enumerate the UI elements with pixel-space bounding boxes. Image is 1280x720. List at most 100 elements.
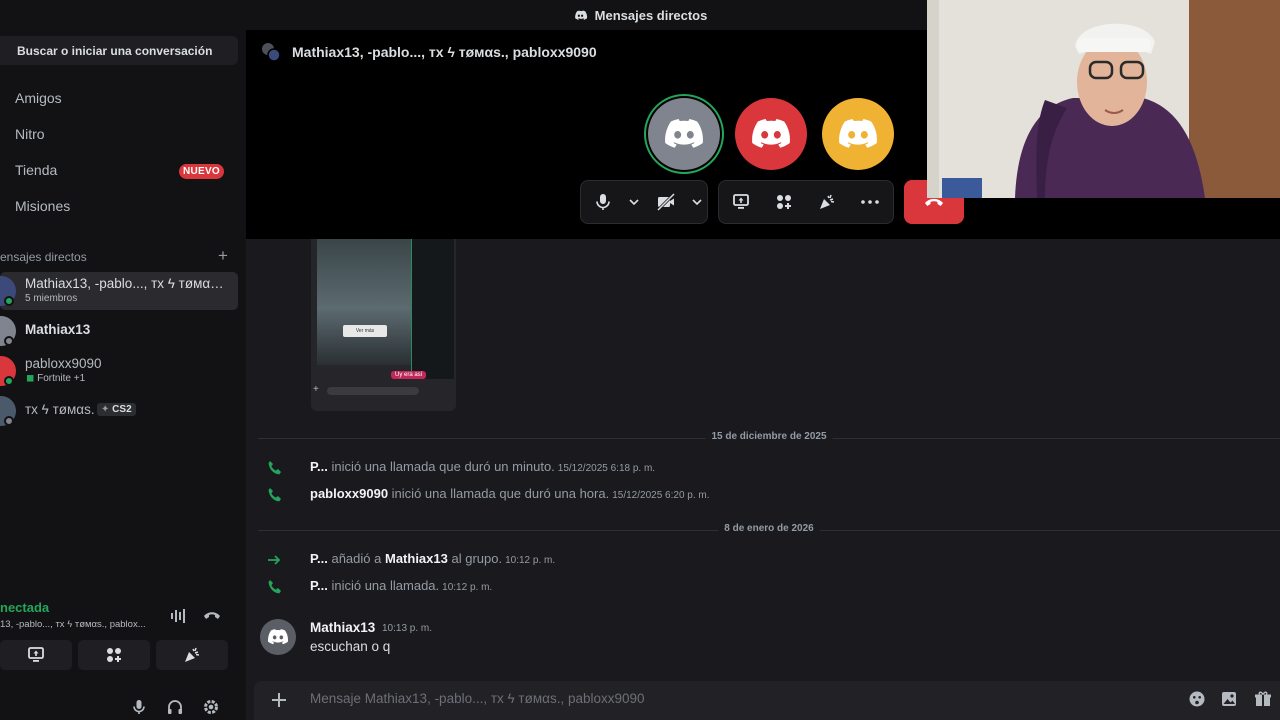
screen-share-icon [28, 647, 44, 662]
participant-avatar-speaking[interactable] [648, 98, 720, 170]
emoji-icon[interactable] [1188, 690, 1208, 710]
user-controls [130, 695, 220, 719]
status-online-icon [4, 376, 14, 386]
timestamp: 10:12 p. m. [442, 582, 493, 593]
dm-item-mathiax13[interactable]: Mathiax13 [0, 312, 238, 350]
timestamp: 15/12/2025 6:20 p. m. [612, 490, 710, 501]
system-message-text: P... inició una llamada que duró un minu… [310, 459, 656, 474]
noise-suppression-icon[interactable] [170, 608, 188, 624]
timestamp: 10:12 p. m. [505, 555, 556, 566]
dm-name: Mathiax13 [25, 322, 91, 337]
attachment-input-bar [327, 387, 419, 395]
participant-avatar[interactable] [735, 98, 807, 170]
system-message-text: P... inició una llamada. 10:12 p. m. [310, 578, 493, 593]
sparkle-icon: ✦ [101, 404, 110, 415]
dm-name: Mathiax13, -pablo..., тх ϟ тøмαѕ., pablo… [25, 276, 230, 291]
soundboard-button[interactable] [156, 640, 228, 670]
voice-status: nectada [0, 600, 50, 615]
day-separator: 15 de diciembre de 2025 [258, 431, 1280, 445]
microphone-icon [595, 194, 610, 210]
day-separator-label: 15 de diciembre de 2025 [705, 431, 833, 442]
discord-avatar-icon [752, 119, 790, 148]
chevron-down-icon[interactable] [687, 199, 707, 205]
phone-icon [268, 580, 281, 594]
discord-avatar-icon [268, 629, 288, 645]
camera-off-button[interactable] [644, 181, 687, 223]
sidebar: Buscar o iniciar una conversación Amigos… [0, 30, 246, 720]
microphone-icon[interactable] [130, 698, 148, 716]
create-dm-button[interactable]: + [218, 246, 228, 266]
soundboard-icon [185, 647, 200, 662]
disconnect-icon[interactable] [203, 610, 221, 620]
voice-connection-panel: nectada 13, -pablo..., тх ϟ тøмαѕ., pabl… [0, 590, 238, 680]
image-icon[interactable] [1220, 690, 1240, 710]
system-message-text: P... añadió a Mathiax13 al grupo. 10:12 p… [310, 551, 556, 566]
message-timestamp: 10:13 p. m. [382, 623, 433, 634]
discord-avatar-icon [665, 119, 703, 148]
share-screen-button[interactable] [719, 181, 762, 223]
new-badge: NUEVO [178, 164, 224, 179]
gift-icon[interactable] [1254, 690, 1274, 710]
attachment-caption: Uy era así [391, 371, 427, 379]
soundboard-button[interactable] [805, 181, 848, 223]
webcam-overlay [927, 0, 1280, 198]
chevron-down-icon[interactable] [624, 199, 644, 205]
headphones-icon[interactable] [166, 698, 184, 716]
activities-button[interactable] [78, 640, 150, 670]
system-message: P... inició una llamada. 10:12 p. m. [266, 577, 1266, 597]
mic-camera-controls [580, 180, 708, 224]
status-online-icon [4, 296, 14, 306]
nav-item-label: Tienda [15, 162, 58, 178]
nav-item-nitro[interactable]: Nitro [0, 117, 238, 151]
nav-item-label: Misiones [15, 198, 71, 214]
message-author-avatar[interactable] [260, 619, 296, 655]
attachment-side-panel [411, 239, 454, 379]
discord-avatar-icon [839, 119, 877, 148]
nav-item-shop[interactable]: Tienda NUEVO [0, 153, 238, 187]
dm-name: тх ϟ тøмαѕ. [25, 402, 95, 417]
message-author[interactable]: Mathiax13 [310, 620, 375, 635]
window-title: Mensajes directos [594, 7, 708, 23]
activities-icon [107, 648, 121, 662]
call-title: Mathiax13, -pablo..., тх ϟ тøмαѕ., pablo… [292, 44, 597, 60]
search-conversation-button[interactable]: Buscar o iniciar una conversación [0, 36, 238, 65]
dm-member-count: 5 miembros [25, 293, 78, 304]
system-message: pabloxx9090 inició una llamada que duró … [266, 485, 1266, 505]
direct-messages-header: ensajes directos [0, 250, 87, 264]
activities-icon [776, 195, 791, 209]
settings-gear-icon[interactable] [202, 698, 220, 716]
chat-messages: Ver más Uy era así + 15 de diciembre de … [246, 239, 1280, 681]
microphone-button[interactable] [581, 181, 624, 223]
attach-plus-button[interactable] [268, 689, 290, 711]
see-more-button: Ver más [343, 325, 387, 337]
phone-icon [268, 488, 281, 502]
day-separator-label: 8 de enero de 2026 [718, 523, 820, 534]
system-message-text: pabloxx9090 inició una llamada que duró … [310, 486, 710, 501]
image-attachment[interactable]: Ver más Uy era así + [311, 239, 456, 411]
activities-button[interactable] [762, 181, 805, 223]
dm-item-group[interactable]: Mathiax13, -pablo..., тх ϟ тøмαѕ., pablo… [0, 272, 238, 310]
phone-icon [268, 461, 281, 475]
gamepad-icon: ◼ [26, 373, 35, 384]
voice-channel-name[interactable]: 13, -pablo..., тх ϟ тøмαѕ., pablox... [0, 619, 146, 630]
nav-item-quests[interactable]: Misiones [0, 189, 238, 223]
status-offline-icon [4, 416, 14, 426]
dm-item-tomas[interactable]: тх ϟ тøмαѕ. ✦ CS2 [0, 392, 238, 430]
plus-icon [272, 693, 286, 707]
dm-name: pabloxx9090 [25, 356, 102, 371]
message-input[interactable] [310, 691, 1110, 706]
camera-off-icon [656, 193, 675, 211]
group-dm-icon [260, 41, 282, 63]
dm-item-pabloxx9090[interactable]: pabloxx9090 ◼ Fortnite +1 [0, 352, 238, 390]
share-screen-button[interactable] [0, 640, 72, 670]
more-options-button[interactable] [848, 181, 891, 223]
nav-item-label: Amigos [15, 90, 62, 106]
attachment-preview: Ver más [317, 239, 411, 365]
message-composer [254, 681, 1280, 720]
nav-item-friends[interactable]: Amigos [0, 81, 238, 115]
game-tag-badge: ✦ CS2 [97, 403, 136, 416]
participant-avatar[interactable] [822, 98, 894, 170]
status-offline-icon [4, 336, 14, 346]
discord-app: Mensajes directos Buscar o iniciar una c… [0, 0, 1280, 720]
soundboard-icon [819, 194, 834, 209]
